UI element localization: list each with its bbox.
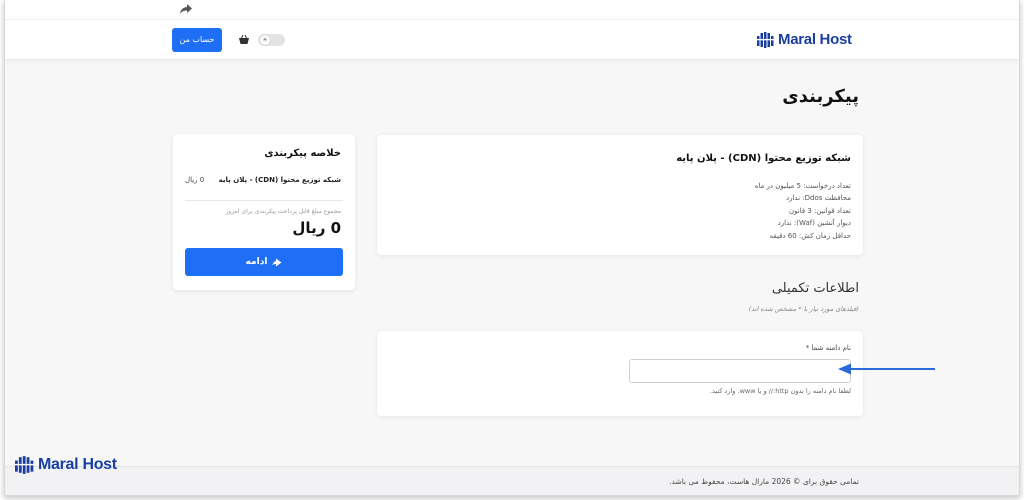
total-due-amount: 0 ریال (292, 219, 341, 237)
summary-item-name: شبکه توزیع محتوا (CDN) - پلان پایه (218, 176, 341, 184)
feature-line: تعداد درخواست: 5 میلیون در ماه (754, 182, 851, 190)
maral-logo-icon (15, 456, 34, 474)
top-strip (5, 0, 1019, 20)
logo-text: Maral Host (778, 31, 852, 48)
pointer-arrow-icon (838, 363, 935, 375)
my-account-button[interactable]: حساب من (172, 28, 222, 52)
summary-title: خلاصه پیکربندی (264, 148, 341, 159)
site-logo[interactable]: Maral Host (757, 31, 852, 48)
continue-button[interactable]: ادامه (185, 248, 343, 276)
theme-toggle[interactable]: ☀ (258, 34, 285, 46)
total-due-label: مجموع مبلغ قابل پرداخت پیکربندی برای امر… (225, 208, 341, 215)
page-title: پیکربندی (782, 86, 859, 107)
feature-line: محافظت Ddos: ندارد (785, 194, 851, 203)
share-arrow-icon[interactable] (179, 3, 193, 15)
browser-page: حساب من ☀ Maral Host پیکربندی شبکه توزیع… (4, 0, 1020, 496)
domain-help-text: لطفا نام دامنه را بدون http:// و یا www.… (709, 387, 851, 395)
site-footer: Maral Host تمامی حقوق برای © 2026 مارال … (5, 456, 1019, 495)
feature-line: دیوار آتشین (Waf): ندارد (777, 219, 851, 228)
domain-label: نام دامنه شما * (805, 344, 851, 352)
sun-icon: ☀ (260, 35, 270, 45)
footer-logo[interactable]: Maral Host (15, 456, 117, 474)
order-summary-card: خلاصه پیکربندی شبکه توزیع محتوا (CDN) - … (173, 134, 355, 290)
copyright-text: تمامی حقوق برای © 2026 مارال هاست، محفوظ… (669, 477, 859, 486)
maral-logo-icon (757, 31, 774, 48)
additional-info-title: اطلاعات تکمیلی (771, 281, 859, 296)
product-name: شبکه توزیع محتوا (CDN) - پلان پایه (676, 153, 851, 164)
summary-item-price: 0 ریال (185, 176, 205, 184)
required-fields-note: (فیلدهای مورد نیاز با * مشخص شده اند) (748, 305, 859, 313)
product-features: تعداد درخواست: 5 میلیون در ماه محافظت Dd… (755, 180, 851, 242)
basket-icon[interactable] (238, 34, 250, 45)
continue-label: ادامه (245, 257, 268, 267)
domain-input[interactable] (629, 359, 851, 383)
domain-card: نام دامنه شما * لطفا نام دامنه را بدون h… (377, 331, 863, 416)
product-card: شبکه توزیع محتوا (CDN) - پلان پایه تعداد… (377, 135, 863, 255)
footer-logo-text: Maral Host (38, 456, 117, 473)
feature-line: حداقل زمان کش: 60 دقیقه (769, 231, 851, 240)
continue-arrow-icon (272, 258, 282, 266)
site-header: حساب من ☀ Maral Host (5, 20, 1019, 60)
feature-line: تعداد قوانین: 3 قانون (788, 206, 851, 215)
divider (185, 200, 343, 201)
